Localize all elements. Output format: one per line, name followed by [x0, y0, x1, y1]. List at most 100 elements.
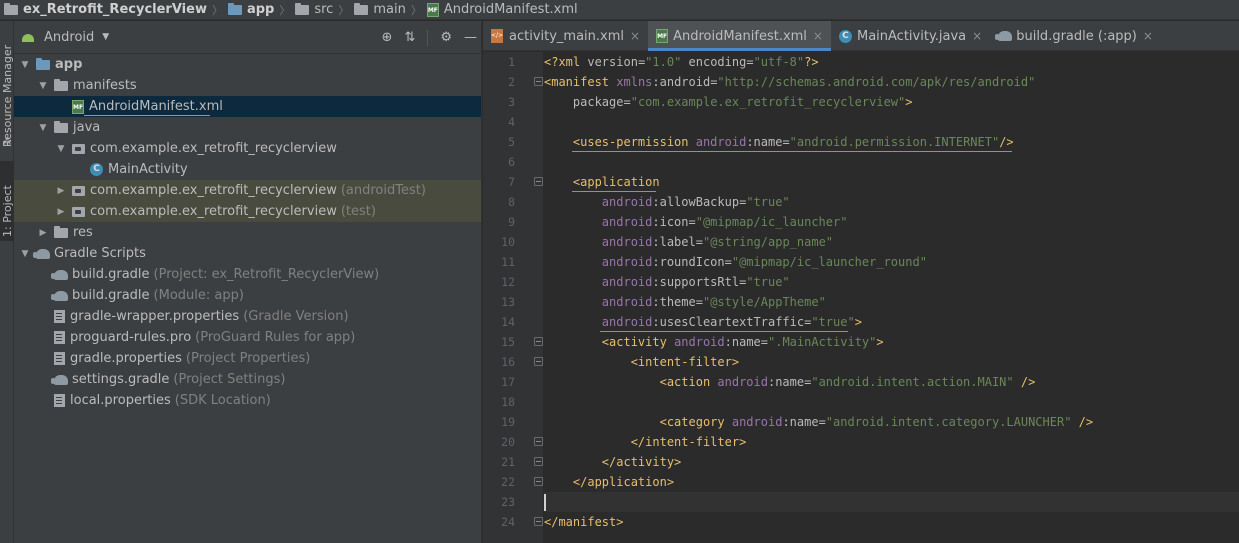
editor-tab[interactable]: C MainActivity.java ×	[831, 21, 990, 51]
tree-item-label: gradle-wrapper.properties	[70, 309, 240, 324]
fold-marker-icon[interactable]	[534, 457, 543, 466]
breadcrumb-item[interactable]: ex_Retrofit_RecyclerView	[4, 0, 207, 19]
close-icon[interactable]: ×	[813, 29, 823, 43]
editor-tab[interactable]: </> activity_main.xml ×	[483, 21, 648, 51]
fold-marker-icon[interactable]	[534, 177, 543, 186]
project-toolwindow-tab[interactable]: 1: Project	[0, 161, 14, 241]
gear-icon[interactable]: ⚙	[440, 30, 452, 45]
line-number: 13	[501, 295, 515, 309]
editor-tab-label: AndroidManifest.xml	[673, 28, 807, 44]
breadcrumb-item[interactable]: app	[227, 0, 274, 19]
tree-item[interactable]: ▼ com.example.ex_retrofit_recyclerview	[14, 138, 481, 159]
line-number: 20	[501, 435, 515, 449]
project-panel: Android ▼ ⊕ ⇅ ⚙ — ▼ app ▼ manifests MF Androi…	[14, 21, 482, 543]
fold-marker-icon[interactable]	[534, 357, 543, 366]
current-line-highlight	[544, 492, 1239, 512]
line-number: 3	[508, 95, 515, 109]
breadcrumb-label: ex_Retrofit_RecyclerView	[23, 2, 207, 17]
project-tree: ▼ app ▼ manifests MF AndroidManifest.xml ▼ java…	[14, 54, 481, 411]
tree-item-label: Gradle Scripts	[54, 246, 146, 261]
code-line: <action android:name="android.intent.act…	[659, 375, 1036, 389]
fold-marker-icon[interactable]	[534, 477, 543, 486]
tree-item[interactable]: gradle.properties (Project Properties)	[14, 348, 481, 369]
breadcrumb-item[interactable]: MF AndroidManifest.xml	[426, 0, 578, 19]
resource-manager-toolwindow-tab[interactable]: Resource Manager	[0, 35, 14, 147]
tree-item-label: manifests	[73, 78, 137, 93]
tree-item[interactable]: gradle-wrapper.properties (Gradle Version…	[14, 306, 481, 327]
tree-item-hint: (Gradle Version)	[243, 309, 349, 324]
code-line: <application	[572, 175, 660, 189]
line-number: 12	[501, 275, 515, 289]
project-view-selector[interactable]: Android	[44, 30, 94, 45]
tree-item[interactable]: proguard-rules.pro (ProGuard Rules for ap…	[14, 327, 481, 348]
fold-marker-icon[interactable]	[534, 437, 543, 446]
tree-item-label: build.gradle	[72, 267, 150, 282]
expand-arrow-icon[interactable]: ▼	[36, 123, 50, 133]
tree-item[interactable]: settings.gradle (Project Settings)	[14, 369, 481, 390]
expand-arrow-icon[interactable]: ▼	[18, 60, 32, 70]
fold-marker-icon[interactable]	[534, 337, 543, 346]
code-line: <category android:name="android.intent.c…	[659, 415, 1094, 429]
collapse-arrow-icon[interactable]: ▶	[36, 228, 50, 238]
expand-arrow-icon[interactable]: ▼	[18, 249, 32, 259]
tree-item[interactable]: ▶ com.example.ex_retrofit_recyclerview (an…	[14, 180, 481, 201]
warning-underline	[600, 331, 848, 332]
structure-icon[interactable]: ⁂	[0, 137, 14, 151]
navigation-breadcrumb: ex_Retrofit_RecyclerView 〉 app 〉 src 〉 main 〉 MF…	[0, 0, 1239, 20]
code-line: android:usesCleartextTraffic="true">	[601, 315, 862, 329]
tree-item-label: settings.gradle	[72, 372, 170, 387]
code-editor[interactable]: <?xml version="1.0" encoding="utf-8"?> <m…	[544, 52, 1239, 543]
minimize-icon[interactable]: —	[464, 30, 477, 45]
breadcrumb-item[interactable]: src	[295, 0, 333, 19]
expand-arrow-icon[interactable]: ▼	[54, 144, 68, 154]
expand-arrow-icon[interactable]: ▼	[36, 81, 50, 91]
code-line: <uses-permission android:name="android.p…	[572, 135, 1014, 149]
gradle-icon	[33, 248, 50, 259]
tree-item[interactable]: C MainActivity	[14, 159, 481, 180]
tree-item[interactable]: build.gradle (Module: app)	[14, 285, 481, 306]
line-number: 11	[501, 255, 515, 269]
tree-item[interactable]: ▼ app	[14, 54, 481, 75]
folder-icon	[54, 225, 68, 238]
project-tab-label: 1: Project	[1, 185, 14, 237]
tree-item[interactable]: local.properties (SDK Location)	[14, 390, 481, 411]
locate-file-icon[interactable]: ⊕	[382, 30, 393, 45]
xml-file-icon: </>	[491, 29, 503, 43]
editor-tab[interactable]: build.gradle (:app) ×	[990, 21, 1161, 51]
text-caret	[544, 494, 546, 511]
tree-item-label: AndroidManifest.xml	[89, 99, 223, 114]
tree-item[interactable]: ▼ manifests	[14, 75, 481, 96]
close-icon[interactable]: ×	[1143, 29, 1153, 43]
tree-item[interactable]: ▶ com.example.ex_retrofit_recyclerview (te…	[14, 201, 481, 222]
tree-item[interactable]: MF AndroidManifest.xml	[14, 96, 481, 117]
fold-marker-icon[interactable]	[534, 77, 543, 86]
collapse-arrow-icon[interactable]: ▶	[54, 207, 68, 217]
folder-icon	[354, 2, 369, 15]
breadcrumb-item[interactable]: main	[354, 0, 406, 19]
chevron-down-icon[interactable]: ▼	[102, 32, 109, 42]
fold-marker-icon[interactable]	[534, 517, 543, 526]
line-number: 23	[501, 495, 515, 509]
tree-item-label: local.properties	[70, 393, 171, 408]
folder-icon	[295, 2, 310, 15]
tree-item[interactable]: ▼ Gradle Scripts	[14, 243, 481, 264]
collapse-arrow-icon[interactable]: ▶	[54, 186, 68, 196]
code-line: android:theme="@style/AppTheme"	[601, 295, 826, 309]
tree-item[interactable]: ▶ res	[14, 222, 481, 243]
code-line: package="com.example.ex_retrofit_recycle…	[572, 95, 913, 109]
close-icon[interactable]: ×	[630, 29, 640, 43]
line-number: 19	[501, 415, 515, 429]
collapse-all-icon[interactable]: ⇅	[404, 30, 415, 45]
line-number: 4	[508, 115, 515, 129]
editor-tab[interactable]: MF AndroidManifest.xml ×	[648, 21, 831, 51]
tree-item-label: proguard-rules.pro	[70, 330, 192, 345]
tree-item[interactable]: ▼ java	[14, 117, 481, 138]
gradle-icon	[51, 269, 68, 280]
properties-file-icon	[54, 310, 65, 323]
tree-item-label: build.gradle	[72, 288, 150, 303]
chevron-right-icon: 〉	[338, 3, 350, 17]
properties-file-icon	[54, 352, 65, 365]
close-icon[interactable]: ×	[972, 29, 982, 43]
tree-item[interactable]: build.gradle (Project: ex_Retrofit_Recycl…	[14, 264, 481, 285]
line-number: 9	[508, 215, 515, 229]
